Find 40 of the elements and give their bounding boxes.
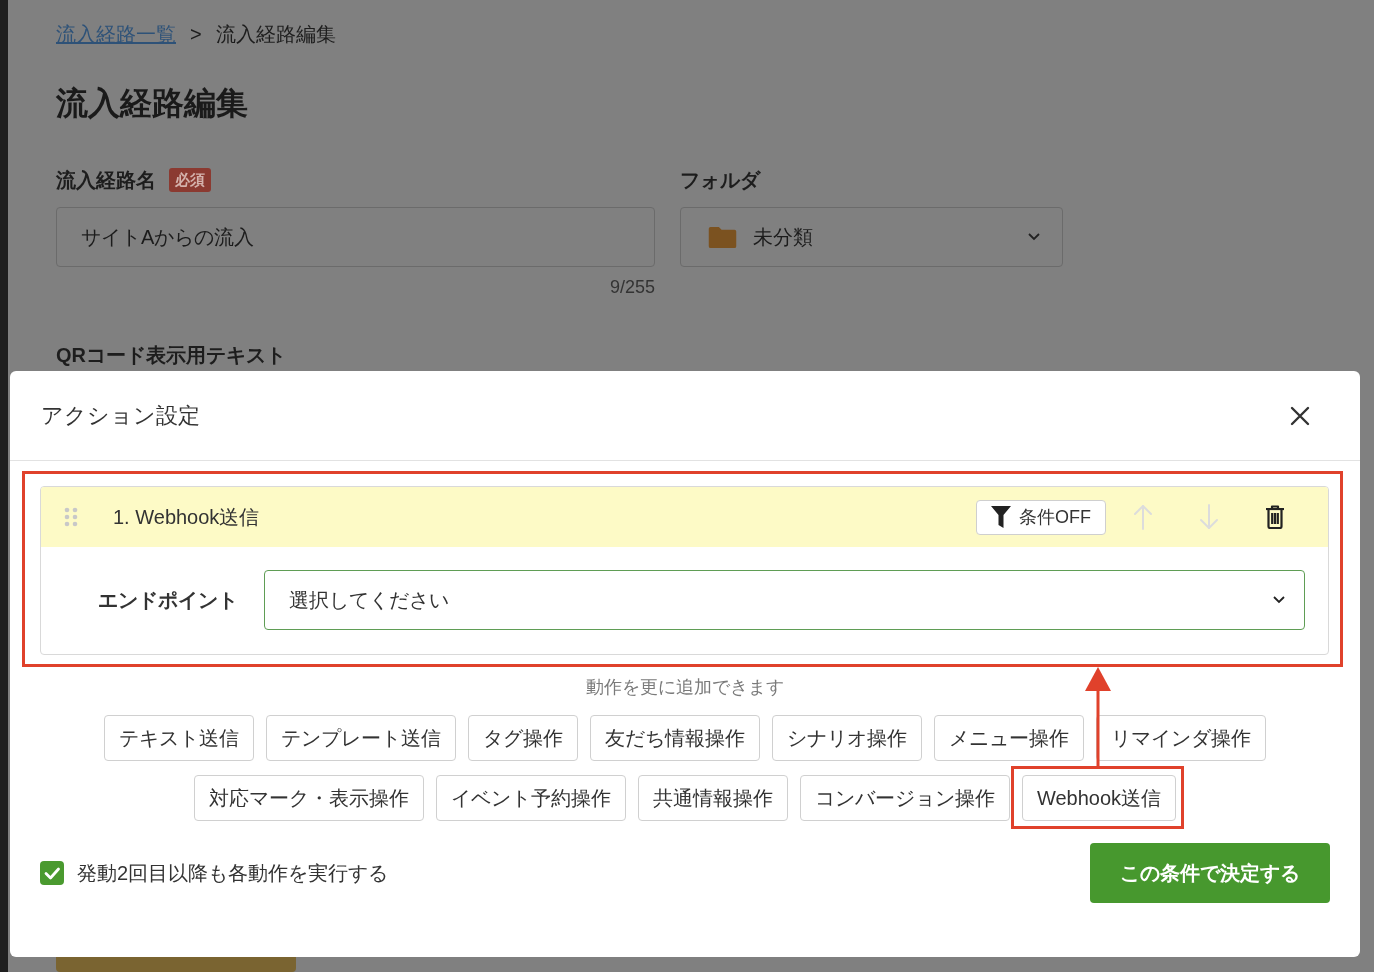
endpoint-select[interactable]: 選択してください (264, 570, 1305, 630)
breadcrumb-current: 流入経路編集 (215, 22, 336, 47)
add-action-button[interactable]: タグ操作 (468, 715, 578, 761)
dialog-title: アクション設定 (41, 401, 200, 430)
chevron-down-icon (1028, 233, 1040, 241)
add-hint-text: 動作を更に追加できます (586, 676, 784, 699)
drag-handle-icon[interactable] (64, 507, 78, 527)
add-action-button[interactable]: イベント予約操作 (435, 775, 626, 821)
add-action-button[interactable]: リマインダ操作 (1096, 715, 1266, 761)
chevron-down-icon (1273, 596, 1285, 604)
action-title: 1. Webhook送信 (113, 504, 260, 530)
folder-icon (708, 226, 737, 248)
down-arrow-icon (1199, 504, 1219, 530)
add-action-button[interactable]: 対応マーク・表示操作 (193, 775, 424, 821)
folder-select[interactable]: 未分類 (680, 207, 1063, 267)
checkbox[interactable] (40, 861, 64, 885)
close-icon (1290, 405, 1310, 426)
required-badge: 必須 (169, 168, 211, 192)
up-arrow-icon (1133, 504, 1153, 530)
character-counter: 9/255 (609, 276, 655, 299)
page-title: 流入経路編集 (56, 84, 249, 123)
field-label: 流入経路名 (56, 167, 156, 193)
add-action-button[interactable]: メニュー操作 (934, 715, 1084, 761)
add-action-button[interactable]: シナリオ操作 (772, 715, 922, 761)
add-action-button[interactable]: テキスト送信 (104, 715, 254, 761)
add-action-button[interactable]: 共通情報操作 (637, 775, 788, 821)
name-input[interactable]: サイトAからの流入 (56, 207, 655, 267)
checkbox-label: 発動2回目以降も各動作を実行する (77, 860, 389, 886)
trash-icon (1265, 505, 1285, 529)
breadcrumb-separator: > (190, 22, 202, 47)
add-action-button[interactable]: Webhook送信 (1021, 775, 1177, 821)
field-label: QRコード表示用テキスト (56, 343, 287, 368)
add-action-button[interactable]: 友だち情報操作 (590, 715, 760, 761)
add-action-button[interactable]: テンプレート送信 (266, 715, 456, 761)
field-label: エンドポイント (98, 587, 238, 613)
funnel-icon (991, 506, 1011, 528)
add-action-button[interactable]: コンバージョン操作 (799, 775, 1010, 821)
submit-button[interactable]: この条件で決定する (1090, 843, 1330, 903)
field-label: フォルダ (680, 167, 760, 193)
condition-button[interactable]: 条件OFF (976, 499, 1106, 535)
